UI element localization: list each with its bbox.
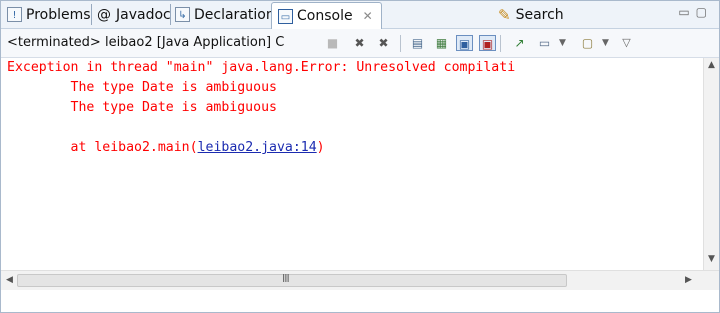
tab-problems[interactable]: ! Problems [7, 3, 91, 26]
view-window-controls: ▭▢ [678, 5, 713, 19]
display-console-icon[interactable]: ▭ [536, 35, 553, 51]
tab-search-label: Search [515, 6, 564, 23]
tab-javadoc[interactable]: @ Javadoc [97, 3, 171, 26]
console-icon: ▭ [278, 8, 293, 24]
javadoc-icon: @ [97, 6, 111, 23]
chevron-down-icon[interactable]: ▼ [597, 35, 614, 51]
tab-console-label: Console [297, 8, 353, 24]
console-line: at leibao2.main(leibao2.java:14) [7, 140, 325, 155]
tab-separator [170, 4, 171, 25]
search-icon: ✎ [498, 5, 511, 24]
terminate-icon[interactable]: ■ [324, 35, 341, 51]
scroll-up-icon[interactable]: ▲ [708, 60, 715, 70]
tab-javadoc-label: Javadoc [116, 6, 171, 23]
close-icon[interactable]: ✕ [363, 9, 373, 23]
problems-icon: ! [7, 7, 22, 22]
scroll-thumb[interactable]: III [17, 272, 567, 287]
vertical-scrollbar[interactable]: ▲ ▼ [703, 58, 719, 270]
tab-declaration[interactable]: ↳ Declaration [175, 3, 275, 26]
console-view: ! Problems @ Javadoc ↳ Declaration ▭ Con… [0, 0, 720, 313]
tab-search[interactable]: ✎ Search [498, 3, 564, 26]
tab-console[interactable]: ▭ Console ✕ [271, 2, 382, 29]
stack-frame-close: ) [316, 140, 325, 155]
console-line: Exception in thread "main" java.lang.Err… [7, 60, 516, 75]
show-error-icon[interactable]: ▣ [479, 35, 496, 51]
tab-problems-label: Problems [26, 6, 91, 23]
console-line: The type Date is ambiguous [7, 80, 277, 95]
console-toolbar: <terminated> leibao2 [Java Application] … [1, 29, 719, 58]
source-link[interactable]: leibao2.java:14 [198, 140, 317, 155]
open-console-icon[interactable]: ▢ [579, 35, 596, 51]
stack-frame-text: at leibao2.main( [7, 140, 198, 155]
minimize-icon[interactable]: ▭ [678, 5, 695, 19]
view-menu-icon[interactable]: ▽ [618, 35, 635, 51]
scroll-down-icon[interactable]: ▼ [708, 254, 715, 264]
scroll-lock-icon[interactable]: ▦ [433, 35, 450, 51]
remove-launch-icon[interactable]: ✖ [351, 35, 368, 51]
toolbar-separator [400, 35, 401, 52]
tab-declaration-label: Declaration [194, 6, 275, 23]
maximize-icon[interactable]: ▢ [696, 5, 713, 19]
scroll-left-icon[interactable]: ◀ [6, 275, 13, 285]
horizontal-scrollbar[interactable]: ◀ III ▶ [1, 270, 719, 290]
clear-console-icon[interactable]: ▤ [409, 35, 426, 51]
remove-all-terminated-icon[interactable]: ✖ [375, 35, 392, 51]
toolbar-separator [500, 35, 501, 52]
tab-separator [91, 4, 92, 25]
view-tab-bar: ! Problems @ Javadoc ↳ Declaration ▭ Con… [1, 1, 719, 29]
console-line: The type Date is ambiguous [7, 100, 277, 115]
console-output[interactable]: Exception in thread "main" java.lang.Err… [1, 58, 703, 270]
scroll-grip: III [282, 272, 290, 285]
declaration-icon: ↳ [175, 7, 190, 22]
scroll-right-icon[interactable]: ▶ [685, 275, 692, 285]
pin-console-icon[interactable]: ↗ [511, 35, 528, 51]
process-status-label: <terminated> leibao2 [Java Application] … [7, 35, 285, 50]
chevron-down-icon[interactable]: ▼ [554, 35, 571, 51]
show-output-icon[interactable]: ▣ [456, 35, 473, 51]
